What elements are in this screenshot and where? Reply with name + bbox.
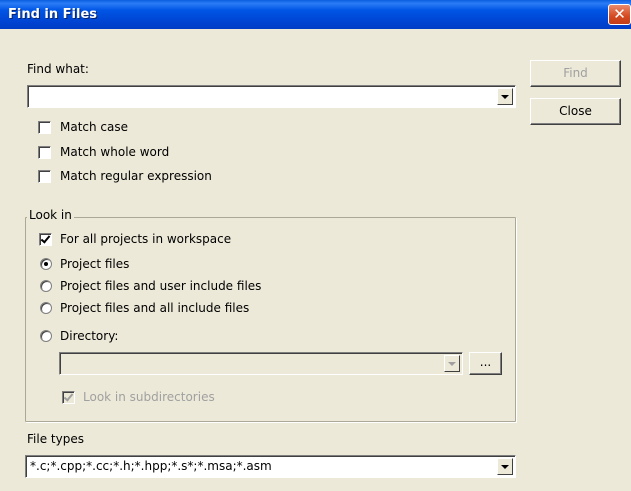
match-regex-checkbox[interactable] [38, 170, 51, 183]
directory-combobox[interactable] [59, 352, 463, 375]
close-button[interactable]: Close [530, 98, 621, 125]
match-regex-label[interactable]: Match regular expression [60, 169, 212, 183]
find-what-combobox[interactable] [27, 85, 516, 108]
look-in-subdirectories-checkbox[interactable] [62, 391, 75, 404]
browse-button[interactable]: ... [469, 352, 502, 375]
chevron-down-icon [448, 362, 456, 366]
close-window-icon[interactable]: ✕ [608, 4, 631, 25]
file-types-value: *.c;*.cpp;*.cc;*.h;*.hpp;*.s*;*.msa;*.as… [30, 459, 272, 473]
match-case-checkbox[interactable] [38, 121, 51, 134]
look-in-subdirectories-label: Look in subdirectories [83, 390, 215, 404]
radio-all-include-files[interactable] [40, 302, 52, 314]
all-projects-checkbox[interactable] [39, 233, 52, 246]
chevron-down-icon [501, 95, 509, 99]
find-what-dropdown-button[interactable] [497, 88, 513, 105]
radio-directory[interactable] [40, 330, 52, 342]
match-whole-word-label[interactable]: Match whole word [60, 145, 169, 159]
radio-user-include-files-label[interactable]: Project files and user include files [60, 279, 261, 293]
match-case-label[interactable]: Match case [60, 120, 128, 134]
radio-project-files[interactable] [40, 258, 52, 270]
radio-directory-label[interactable]: Directory: [60, 329, 118, 343]
find-button[interactable]: Find [530, 60, 621, 87]
all-projects-label[interactable]: For all projects in workspace [60, 232, 231, 246]
title-bar[interactable]: Find in Files ✕ [0, 0, 631, 29]
radio-project-files-label[interactable]: Project files [60, 257, 129, 271]
radio-all-include-files-label[interactable]: Project files and all include files [60, 301, 249, 315]
file-types-label: File types [27, 432, 84, 446]
look-in-legend: Look in [27, 208, 74, 222]
match-whole-word-checkbox[interactable] [38, 146, 51, 159]
file-types-dropdown-button[interactable] [497, 458, 513, 475]
window-title: Find in Files [8, 7, 98, 22]
find-in-files-dialog: Find in Files ✕ Find what: Match case Ma… [0, 0, 631, 491]
directory-dropdown-button[interactable] [444, 355, 460, 372]
find-what-label: Find what: [27, 62, 89, 76]
file-types-combobox[interactable]: *.c;*.cpp;*.cc;*.h;*.hpp;*.s*;*.msa;*.as… [25, 455, 516, 478]
radio-user-include-files[interactable] [40, 280, 52, 292]
chevron-down-icon [501, 465, 509, 469]
